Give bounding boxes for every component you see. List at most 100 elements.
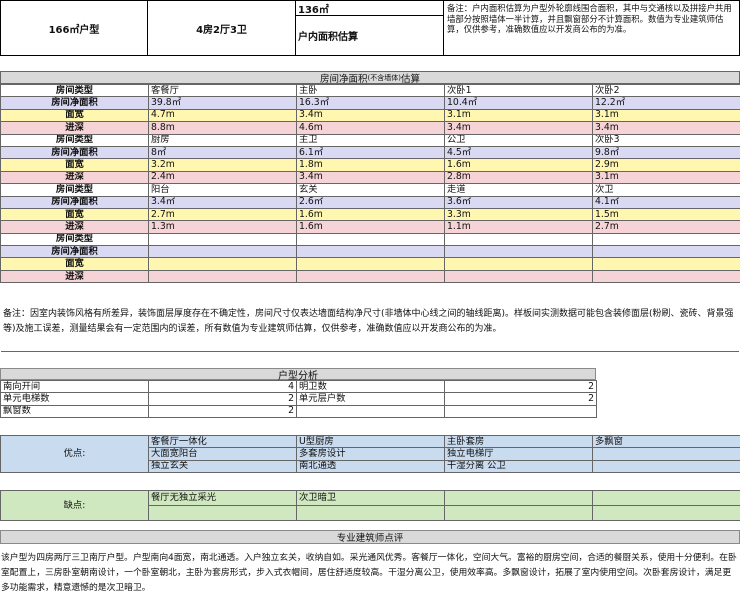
analysis-row: 飘窗数 2 xyxy=(0,404,597,419)
room-depth-row: 进深 xyxy=(0,269,740,284)
cons-item xyxy=(148,505,297,521)
room-area-value: 9.8㎡ xyxy=(592,145,740,160)
room-title-small: (不含墙体) xyxy=(367,73,401,82)
room-area-label: 房间净面积 xyxy=(0,245,149,259)
room-config-cell: 4房2厅3卫 xyxy=(147,0,296,56)
room-type-value: 次卧3 xyxy=(592,133,740,147)
room-area-value: 3.4㎡ xyxy=(148,195,297,209)
room-width-value: 2.7m xyxy=(148,207,297,222)
room-depth-value: 8.8m xyxy=(148,121,297,135)
review-title-text: 专业建筑师点评 xyxy=(336,533,404,544)
room-width-value xyxy=(444,257,593,271)
room-area-value: 4.1㎡ xyxy=(592,195,740,209)
layout-area-cell: 166㎡户型 xyxy=(0,0,148,56)
analysis-title: 户型分析 xyxy=(0,368,596,382)
room-width-row: 面宽 3.2m 1.8m 1.6m 2.9m xyxy=(0,158,740,172)
analysis-key: 明卫数 xyxy=(296,379,445,394)
room-width-value: 3.1m xyxy=(592,108,740,123)
pros-item xyxy=(592,447,740,461)
room-type-value: 主卧 xyxy=(296,83,445,98)
layout-area-text: 166㎡户型 xyxy=(48,24,100,36)
room-type-row: 房间类型 xyxy=(0,232,740,247)
room-width-value: 3.3m xyxy=(444,207,593,222)
room-width-value xyxy=(592,257,740,271)
room-width-label: 面宽 xyxy=(0,158,149,172)
room-area-row: 房间净面积 8㎡ 6.1㎡ 4.5㎡ 9.8㎡ xyxy=(0,145,740,160)
room-width-value: 2.9m xyxy=(592,158,740,172)
room-area-label: 房间净面积 xyxy=(0,145,149,160)
room-width-row: 面宽 4.7m 3.4m 3.1m 3.1m xyxy=(0,108,740,123)
analysis-key: 南向开间 xyxy=(0,379,149,394)
room-depth-value: 3.4m xyxy=(444,121,593,135)
header-remark-text: 备注：户内面积估算为户型外轮廓线围合面积，其中与交通核以及拼接户共用墙部分按照墙… xyxy=(447,3,732,35)
room-type-value: 次卧1 xyxy=(444,83,593,98)
room-remark: 备注：因室内装饰风格有所差异，装饰面层厚度存在不确定性，房间尺寸仅表达墙面结构净… xyxy=(1,305,739,352)
room-type-value xyxy=(444,232,593,247)
analysis-value xyxy=(444,404,597,419)
analysis-value: 2 xyxy=(148,392,297,406)
cons-row: 缺点: 餐厅无独立采光 次卫暗卫 xyxy=(0,490,740,521)
pros-item: 客餐厅一体化 xyxy=(148,434,297,449)
review-title: 专业建筑师点评 xyxy=(0,530,740,544)
cons-item xyxy=(592,505,740,521)
room-area-value xyxy=(444,245,593,259)
room-width-value: 1.6m xyxy=(444,158,593,172)
room-width-value: 1.5m xyxy=(592,207,740,222)
room-depth-value: 2.4m xyxy=(148,170,297,185)
room-depth-value xyxy=(444,269,593,284)
room-type-value xyxy=(296,232,445,247)
room-width-value: 1.6m xyxy=(296,207,445,222)
pros-table: 优点: 客餐厅一体化 U型厨房 主卧套房 多飘窗 大面宽阳台 多套房设计 独立电梯厅 独立玄关南… xyxy=(0,434,740,474)
room-depth-value: 1.6m xyxy=(296,220,445,234)
room-area-value: 10.4㎡ xyxy=(444,96,593,110)
room-type-value: 厨房 xyxy=(148,133,297,147)
room-width-value: 4.7m xyxy=(148,108,297,123)
pros-label: 优点: xyxy=(0,434,149,474)
analysis-value: 2 xyxy=(148,404,297,419)
room-depth-value: 3.4m xyxy=(592,121,740,135)
room-width-value xyxy=(148,257,297,271)
room-type-value xyxy=(592,232,740,247)
room-title-main: 房间净面积 xyxy=(320,73,368,85)
room-width-row: 面宽 xyxy=(0,257,740,271)
room-table-title: 房间净面积 (不含墙体) 估算 xyxy=(0,71,740,85)
area-value-cell: 136㎡ xyxy=(295,0,444,16)
pros-item xyxy=(592,459,740,474)
room-area-label: 房间净面积 xyxy=(0,195,149,209)
room-depth-value: 1.1m xyxy=(444,220,593,234)
room-type-value: 次卫 xyxy=(592,183,740,197)
room-width-row: 面宽 2.7m 1.6m 3.3m 1.5m xyxy=(0,207,740,222)
analysis-value: 2 xyxy=(444,379,597,394)
pros-item: 多飘窗 xyxy=(592,434,740,449)
room-area-value xyxy=(148,245,297,259)
room-depth-value xyxy=(592,269,740,284)
analysis-row: 单元电梯数 2 单元层户数 2 xyxy=(0,392,597,406)
header-remark-cell: 备注：户内面积估算为户型外轮廓线围合面积，其中与交通核以及拼接户共用墙部分按照墙… xyxy=(443,0,740,56)
room-width-label: 面宽 xyxy=(0,207,149,222)
pros-item: 独立电梯厅 xyxy=(444,447,593,461)
cons-item xyxy=(444,490,593,506)
room-width-value: 1.8m xyxy=(296,158,445,172)
room-depth-row: 进深 8.8m 4.6m 3.4m 3.4m xyxy=(0,121,740,135)
room-type-label: 房间类型 xyxy=(0,183,149,197)
analysis-key: 飘窗数 xyxy=(0,404,149,419)
room-area-value: 16.3㎡ xyxy=(296,96,445,110)
room-type-label: 房间类型 xyxy=(0,83,149,98)
room-depth-value xyxy=(296,269,445,284)
cons-item xyxy=(444,505,593,521)
room-type-value: 客餐厅 xyxy=(148,83,297,98)
room-depth-value: 2.8m xyxy=(444,170,593,185)
cons-item xyxy=(592,490,740,506)
cons-item: 次卫暗卫 xyxy=(296,490,445,506)
room-depth-label: 进深 xyxy=(0,220,149,234)
room-width-label: 面宽 xyxy=(0,108,149,123)
room-area-value: 2.6㎡ xyxy=(296,195,445,209)
room-area-value: 8㎡ xyxy=(148,145,297,160)
room-config-text: 4房2厅3卫 xyxy=(196,24,247,36)
room-type-label: 房间类型 xyxy=(0,133,149,147)
room-depth-value: 2.7m xyxy=(592,220,740,234)
analysis-key: 单元电梯数 xyxy=(0,392,149,406)
room-area-value xyxy=(296,245,445,259)
review-text: 该户型为四房两厅三卫南厅户型。户型南向4面宽，南北通透。入户独立玄关，收纳自如。… xyxy=(1,553,737,593)
room-width-label: 面宽 xyxy=(0,257,149,271)
